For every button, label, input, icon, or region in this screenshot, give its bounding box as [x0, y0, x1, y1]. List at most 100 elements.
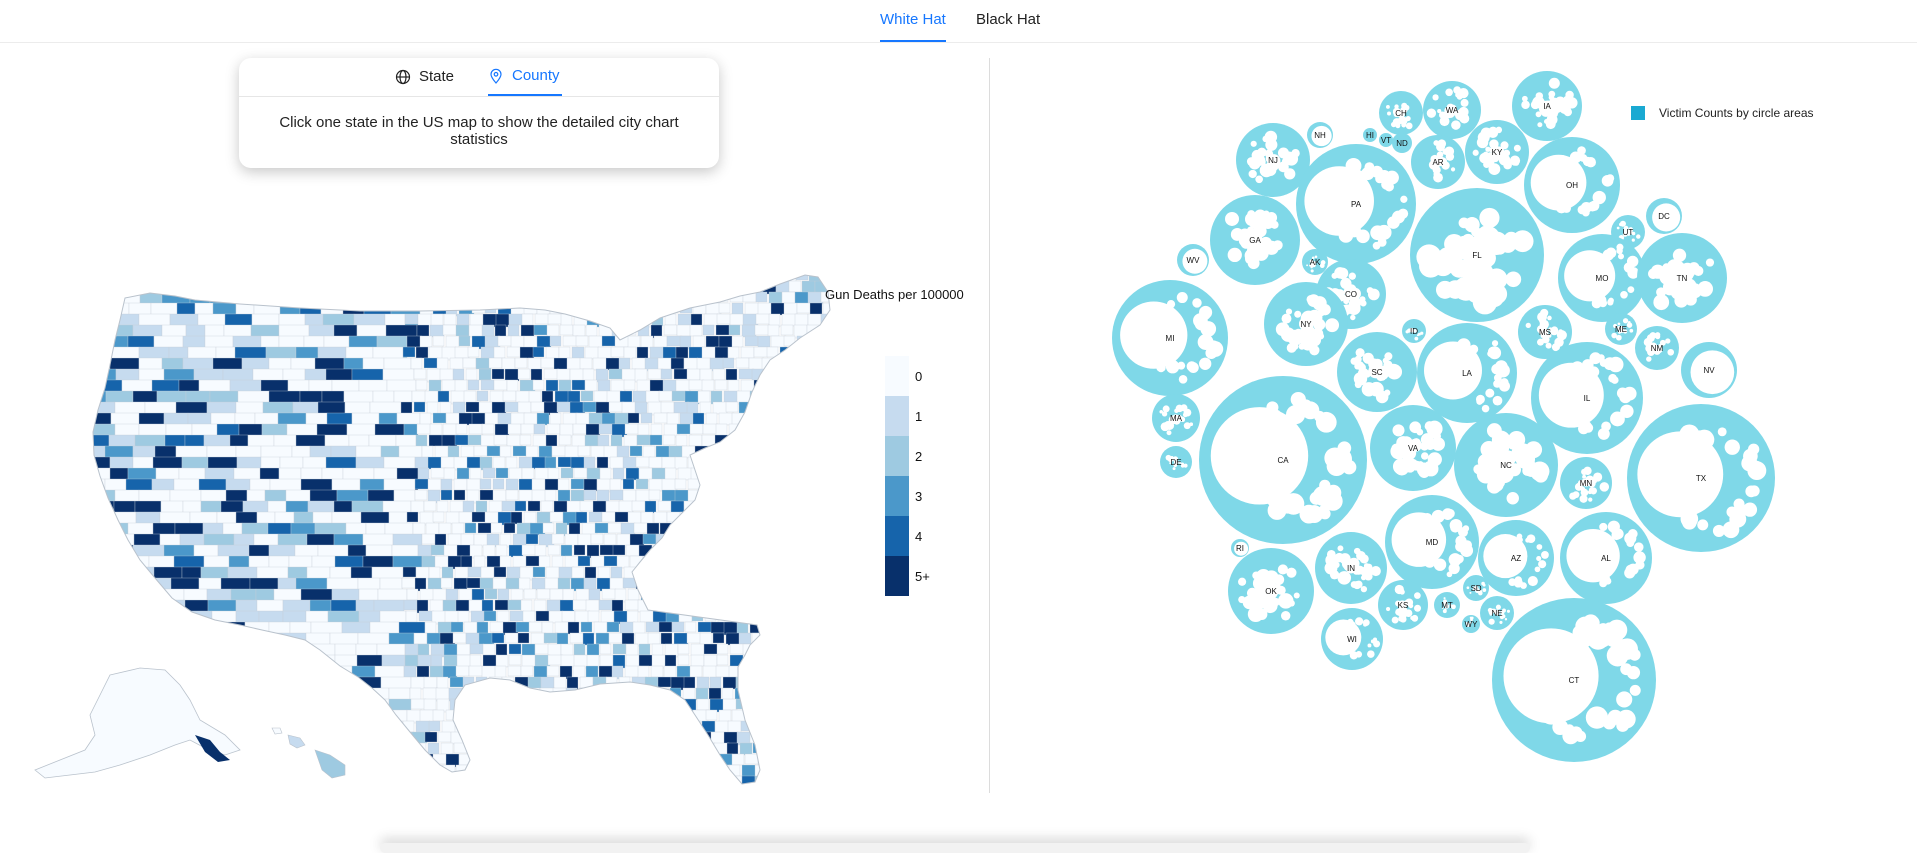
county-cell[interactable] — [429, 324, 445, 338]
county-cell[interactable] — [501, 698, 515, 712]
county-cell[interactable] — [573, 291, 589, 306]
county-cell[interactable] — [821, 610, 837, 623]
county-cell[interactable] — [488, 357, 503, 369]
county-cell[interactable] — [627, 412, 640, 424]
county-cell[interactable] — [525, 555, 541, 567]
state-bubble[interactable]: DC — [1646, 198, 1682, 234]
county-cell[interactable] — [624, 665, 641, 678]
county-cell[interactable] — [678, 270, 691, 281]
county-cell[interactable] — [664, 787, 677, 798]
county-cell[interactable] — [444, 270, 461, 281]
county-cell[interactable] — [757, 588, 770, 601]
county-cell[interactable] — [716, 787, 730, 798]
county-cell[interactable] — [701, 566, 715, 578]
county-cell[interactable] — [603, 555, 619, 567]
county-cell[interactable] — [801, 280, 816, 294]
county-cell[interactable] — [85, 588, 113, 608]
county-cell[interactable] — [767, 423, 781, 438]
county-cell[interactable] — [410, 698, 427, 710]
city-bubble[interactable] — [1337, 441, 1352, 455]
county-cell[interactable] — [479, 489, 495, 501]
county-cell[interactable] — [644, 698, 658, 713]
county-cell[interactable] — [423, 676, 438, 689]
city-bubble[interactable] — [1724, 439, 1740, 455]
city-bubble[interactable] — [1402, 452, 1414, 464]
state-bubble[interactable]: ID — [1402, 319, 1426, 343]
county-cell[interactable] — [387, 764, 418, 782]
county-cell[interactable] — [423, 698, 437, 711]
county-cell[interactable] — [793, 665, 809, 679]
county-cell[interactable] — [697, 390, 711, 404]
county-cell[interactable] — [443, 643, 459, 657]
city-bubble[interactable] — [1504, 539, 1514, 550]
county-cell[interactable] — [651, 787, 664, 800]
county-cell[interactable] — [806, 599, 821, 612]
county-cell[interactable] — [698, 522, 715, 537]
county-cell[interactable] — [777, 632, 793, 645]
county-cell[interactable] — [542, 522, 555, 534]
city-bubble[interactable] — [1750, 464, 1766, 479]
county-cell[interactable] — [413, 401, 426, 413]
county-cell[interactable] — [623, 720, 637, 735]
city-bubble[interactable] — [1334, 552, 1345, 563]
city-bubble[interactable] — [1384, 352, 1393, 361]
county-cell[interactable] — [819, 764, 833, 779]
city-bubble[interactable] — [1555, 201, 1568, 214]
county-cell[interactable] — [347, 742, 374, 763]
county-cell[interactable] — [152, 753, 176, 776]
county-cell[interactable] — [817, 577, 830, 591]
county-cell[interactable] — [778, 577, 793, 589]
city-bubble[interactable] — [1267, 494, 1279, 507]
county-cell[interactable] — [85, 632, 111, 655]
county-cell[interactable] — [174, 753, 206, 775]
county-cell[interactable] — [224, 665, 247, 691]
county-cell[interactable] — [430, 291, 444, 303]
city-bubble[interactable] — [1513, 144, 1521, 152]
county-cell[interactable] — [718, 412, 735, 426]
city-bubble[interactable] — [1712, 524, 1726, 537]
city-bubble[interactable] — [1267, 604, 1274, 612]
county-cell[interactable] — [718, 511, 732, 526]
city-bubble[interactable] — [1284, 151, 1295, 162]
county-cell[interactable] — [689, 423, 704, 435]
county-cell[interactable] — [702, 599, 718, 611]
county-cell[interactable] — [198, 270, 227, 293]
state-bubble[interactable]: AZ — [1478, 520, 1554, 596]
county-cell[interactable] — [770, 302, 786, 316]
county-cell[interactable] — [215, 654, 239, 673]
county-cell[interactable] — [804, 577, 819, 589]
city-bubble[interactable] — [1499, 620, 1503, 625]
state-bubble[interactable]: PA — [1296, 144, 1416, 264]
county-cell[interactable] — [791, 742, 807, 755]
county-cell[interactable] — [520, 665, 534, 677]
county-cell[interactable] — [454, 346, 470, 359]
county-cell[interactable] — [599, 313, 616, 325]
county-cell[interactable] — [818, 346, 832, 361]
county-cell[interactable] — [566, 676, 579, 690]
state-bubble[interactable]: VT — [1379, 133, 1393, 147]
county-cell[interactable] — [623, 346, 637, 360]
county-cell[interactable] — [311, 270, 339, 295]
county-cell[interactable] — [612, 313, 625, 328]
county-cell[interactable] — [601, 511, 618, 523]
county-cell[interactable] — [495, 544, 508, 558]
county-cell[interactable] — [660, 632, 673, 645]
county-cell[interactable] — [428, 566, 441, 580]
state-bubble[interactable]: CT — [1492, 598, 1656, 762]
county-cell[interactable] — [540, 500, 554, 513]
county-cell[interactable] — [428, 379, 442, 393]
county-cell[interactable] — [791, 489, 806, 502]
city-bubble[interactable] — [1290, 391, 1306, 408]
county-cell[interactable] — [409, 687, 422, 701]
county-cell[interactable] — [833, 600, 845, 610]
county-cell[interactable] — [834, 468, 848, 481]
county-cell[interactable] — [684, 280, 697, 292]
county-cell[interactable] — [245, 665, 272, 681]
city-bubble[interactable] — [1350, 314, 1356, 321]
county-cell[interactable] — [107, 577, 132, 598]
county-cell[interactable] — [416, 764, 432, 779]
city-bubble[interactable] — [1575, 415, 1583, 423]
county-cell[interactable] — [111, 588, 133, 608]
county-cell[interactable] — [774, 698, 790, 710]
county-cell[interactable] — [585, 423, 601, 436]
